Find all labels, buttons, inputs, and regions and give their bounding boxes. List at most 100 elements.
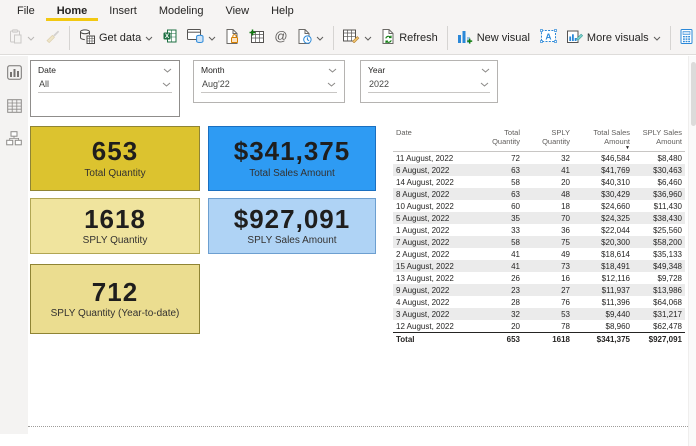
toolbar-separator — [446, 25, 448, 50]
model-view-button[interactable] — [4, 131, 24, 151]
menu-modeling[interactable]: Modeling — [148, 2, 215, 21]
kpi-card-sply-sales-amount[interactable]: $927,091 SPLY Sales Amount — [208, 198, 376, 254]
dataverse-button[interactable]: @ — [269, 25, 293, 50]
column-header[interactable]: Date — [393, 126, 475, 152]
column-header[interactable]: SPLY Sales Amount — [633, 126, 685, 152]
data-view-button[interactable] — [4, 98, 24, 118]
report-view-button[interactable] — [4, 65, 24, 85]
menu-file[interactable]: File — [6, 2, 46, 21]
kpi-card-total-quantity[interactable]: 653 Total Quantity — [30, 126, 200, 191]
table-row[interactable]: 12 August, 2022 20 78 $8,960 $62,478 — [393, 320, 685, 333]
paste-button[interactable] — [4, 25, 40, 51]
table-cell: 58 — [511, 177, 520, 187]
table-row[interactable]: 10 August, 2022 60 18 $24,660 $11,430 — [393, 200, 685, 212]
table-cell: $24,660 — [601, 201, 630, 211]
page-boundary-dotted-line — [28, 426, 688, 427]
text-box-icon: A — [540, 29, 557, 46]
table-row[interactable]: 4 August, 2022 28 76 $11,396 $64,068 — [393, 296, 685, 308]
kpi-card-sply-quantity-ytd[interactable]: 712 SPLY Quantity (Year-to-date) — [30, 264, 200, 334]
view-switcher-rail — [0, 56, 28, 434]
scrollbar-thumb[interactable] — [690, 62, 696, 126]
table-row[interactable]: 11 August, 2022 72 32 $46,584 $8,480 — [393, 152, 685, 165]
table-cell: 63 — [511, 165, 520, 175]
recent-sources-button[interactable] — [293, 25, 329, 51]
more-visuals-label: More visuals — [586, 31, 649, 44]
table-cell: 12 August, 2022 — [396, 321, 454, 331]
table-cell: 58 — [511, 237, 520, 247]
menu-home[interactable]: Home — [45, 2, 99, 21]
kpi-label: SPLY Quantity (Year-to-date) — [50, 308, 180, 320]
transform-data-button[interactable] — [338, 25, 377, 50]
table-row[interactable]: 15 August, 2022 41 73 $18,491 $49,348 — [393, 260, 685, 272]
excel-workbook-button[interactable]: X — [158, 25, 182, 50]
table-cell: 15 August, 2022 — [396, 261, 454, 271]
datasets-hub-button[interactable] — [182, 25, 221, 50]
enter-data-button[interactable] — [244, 25, 269, 50]
slicer-dropdown[interactable]: All — [38, 77, 172, 93]
column-header[interactable]: SPLY Quantity — [523, 126, 573, 152]
slicer-date[interactable]: Date All — [30, 60, 180, 117]
new-measure-button[interactable] — [675, 25, 696, 51]
table-row[interactable]: 3 August, 2022 32 53 $9,440 $31,217 — [393, 308, 685, 320]
text-box-button[interactable]: A — [535, 25, 562, 50]
column-header[interactable]: Total Quantity — [475, 126, 523, 152]
table-cell: $6,460 — [657, 177, 682, 187]
total-cell: 1618 — [523, 332, 573, 347]
chevron-down-icon[interactable] — [481, 65, 490, 75]
sales-table[interactable]: Date Total Quantity SPLY Quantity Total Sal… — [393, 126, 685, 347]
clipboard-icon — [9, 28, 23, 47]
sql-server-button[interactable] — [221, 25, 244, 51]
kpi-card-sply-quantity[interactable]: 1618 SPLY Quantity — [30, 198, 200, 254]
table-row[interactable]: 5 August, 2022 35 70 $24,325 $38,430 — [393, 212, 685, 224]
kpi-value: 712 — [91, 276, 139, 307]
total-cell: 653 — [475, 332, 523, 347]
table-row[interactable]: 6 August, 2022 63 41 $41,769 $30,463 — [393, 164, 685, 176]
svg-text:X: X — [165, 33, 170, 40]
new-visual-button[interactable]: New visual — [452, 24, 535, 51]
slicer-dropdown[interactable]: 2022 — [368, 77, 490, 93]
slicer-value-text: All — [39, 79, 50, 89]
vertical-scrollbar[interactable] — [688, 56, 696, 446]
enter-data-table-icon — [249, 29, 265, 46]
slicer-dropdown[interactable]: Aug'22 — [201, 77, 337, 93]
table-row[interactable]: 2 August, 2022 41 49 $18,614 $35,133 — [393, 248, 685, 260]
table-body: 11 August, 2022 72 32 $46,584 $8,480 6 August… — [393, 152, 685, 333]
menu-insert[interactable]: Insert — [98, 2, 148, 21]
slicer-month[interactable]: Month Aug'22 — [193, 60, 345, 103]
menu-help[interactable]: Help — [260, 2, 305, 21]
calculator-icon — [680, 28, 693, 47]
table-cell: $31,217 — [653, 309, 682, 319]
table-cell: 75 — [561, 237, 570, 247]
table-cell: $35,133 — [653, 249, 682, 259]
chevron-down-icon — [653, 32, 661, 44]
table-cell: 33 — [511, 225, 520, 235]
menu-view[interactable]: View — [214, 2, 260, 21]
chevron-down-icon[interactable] — [328, 65, 337, 75]
table-row[interactable]: 7 August, 2022 58 75 $20,300 $58,200 — [393, 236, 685, 248]
refresh-button[interactable]: Refresh — [377, 25, 443, 51]
table-row[interactable]: 1 August, 2022 33 36 $22,044 $25,560 — [393, 224, 685, 236]
table-row[interactable]: 8 August, 2022 63 48 $30,429 $36,960 — [393, 188, 685, 200]
table-row[interactable]: 9 August, 2022 23 27 $11,937 $13,986 — [393, 284, 685, 296]
table-row[interactable]: 14 August, 2022 58 20 $40,310 $6,460 — [393, 176, 685, 188]
table-cell: 60 — [511, 201, 520, 211]
table-cell: $24,325 — [601, 213, 630, 223]
kpi-value: 1618 — [84, 203, 146, 234]
get-data-button[interactable]: Get data — [74, 25, 158, 51]
table-cell: 13 August, 2022 — [396, 273, 454, 283]
kpi-card-total-sales-amount[interactable]: $341,375 Total Sales Amount — [208, 126, 376, 191]
slicer-year[interactable]: Year 2022 — [360, 60, 498, 103]
chevron-down-icon — [162, 79, 171, 89]
column-header[interactable]: Total Sales Amount ▼ — [573, 126, 633, 152]
toolbar-separator — [669, 25, 671, 50]
format-painter-button[interactable] — [40, 26, 65, 50]
table-cell: $11,430 — [653, 201, 682, 211]
table-cell: 63 — [511, 189, 520, 199]
more-visuals-button[interactable]: More visuals — [562, 25, 666, 51]
table-cell: 48 — [561, 189, 570, 199]
chevron-down-icon[interactable] — [163, 65, 172, 75]
table-row[interactable]: 13 August, 2022 26 16 $12,116 $9,728 — [393, 272, 685, 284]
table-cell: 72 — [511, 153, 520, 163]
table-cell: 8 August, 2022 — [396, 189, 450, 199]
table-cell: $30,429 — [601, 189, 630, 199]
